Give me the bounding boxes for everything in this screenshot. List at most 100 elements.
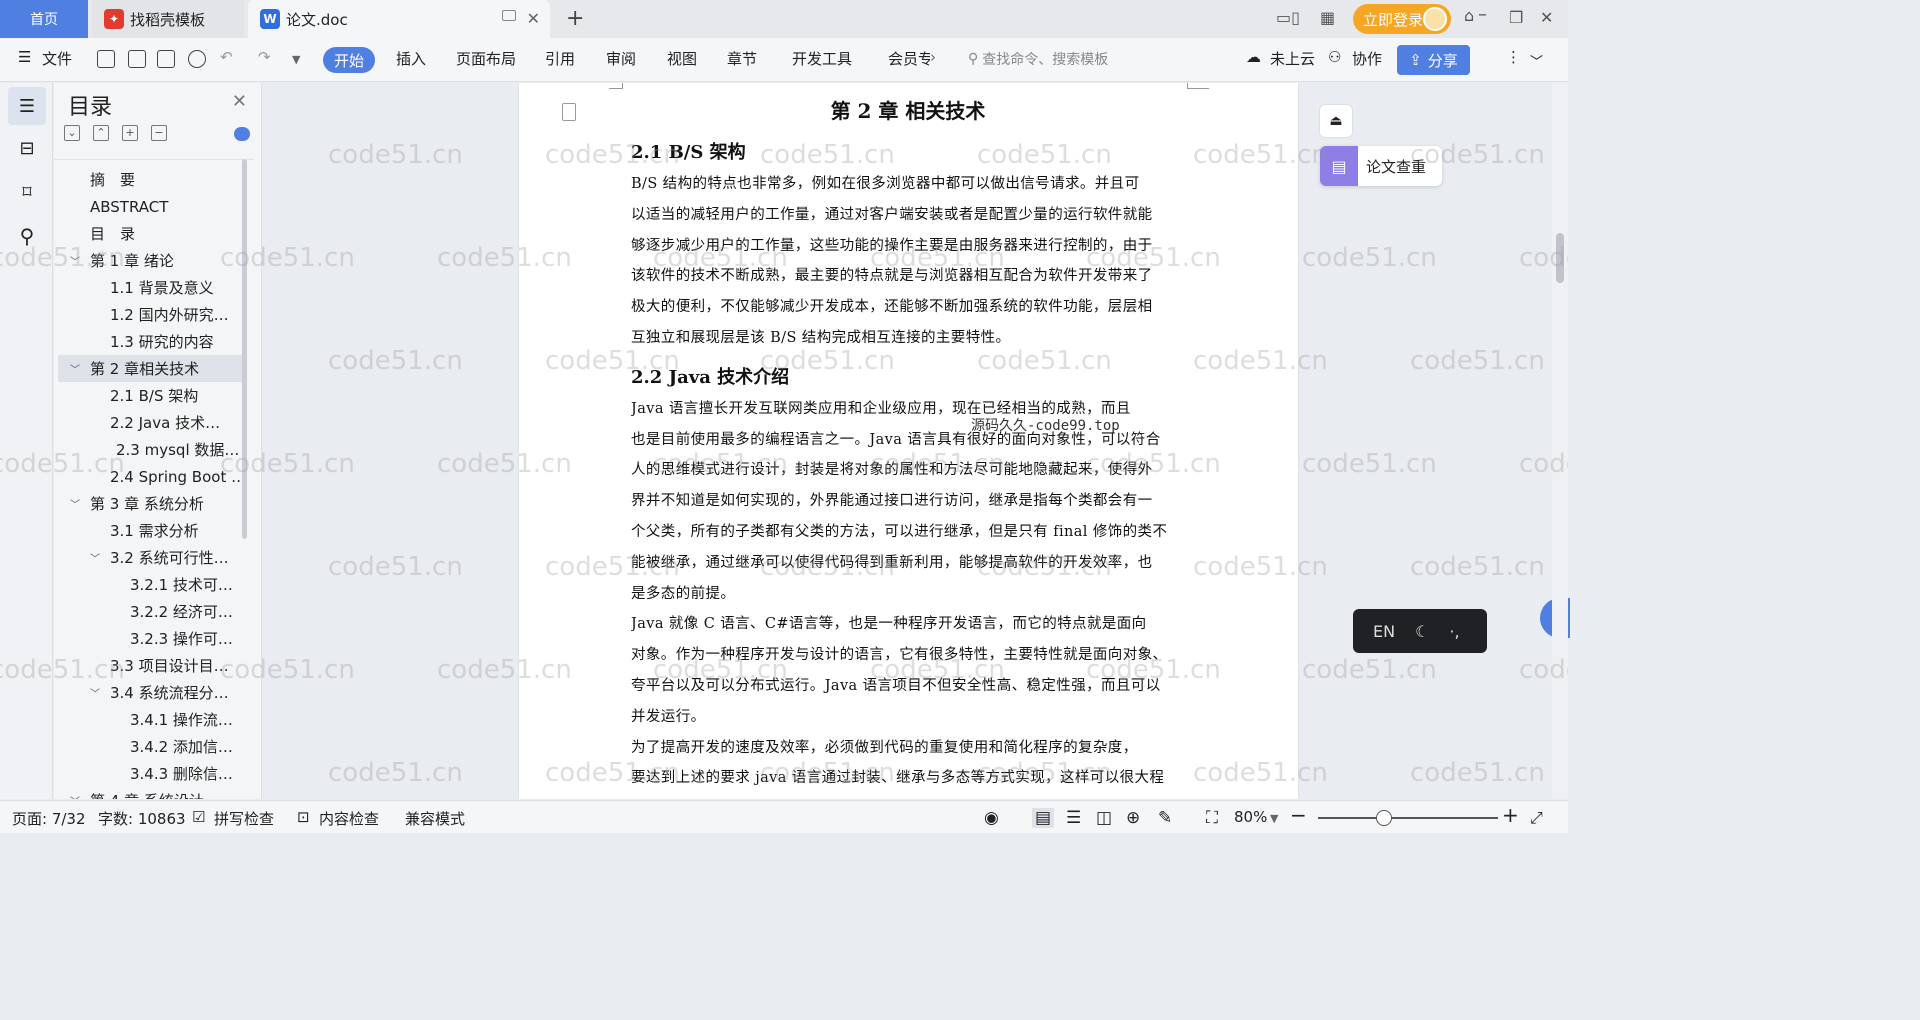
more-options-icon[interactable]: ⋮ xyxy=(1506,48,1521,66)
toc-item[interactable]: 3.4.3 删除信… xyxy=(58,760,242,787)
new-tab-icon[interactable]: + xyxy=(566,6,584,31)
toc-item[interactable]: ﹀ 第 2 章相关技术 xyxy=(58,355,242,382)
toc-scrollbar[interactable] xyxy=(242,159,247,539)
restore-icon[interactable]: ❐ xyxy=(1509,8,1523,27)
moon-icon[interactable]: ☾ xyxy=(1415,622,1429,641)
ribbon-tab-review[interactable]: 审阅 xyxy=(606,48,636,69)
toc-item[interactable]: 3.2.3 操作可… xyxy=(58,625,242,652)
toc-item[interactable]: 1.2 国内外研究… xyxy=(58,301,242,328)
ime-punctuation[interactable]: ·, xyxy=(1449,622,1459,641)
cloud-status[interactable]: 未上云 xyxy=(1270,48,1315,69)
close-toc-icon[interactable]: ✕ xyxy=(232,91,247,112)
print-preview-icon[interactable] xyxy=(188,50,206,68)
ribbon-tab-start[interactable]: 开始 xyxy=(323,47,375,73)
reading-view-icon[interactable]: ◫ xyxy=(1096,808,1112,828)
collapse-all-icon[interactable]: ⌃ xyxy=(93,125,109,141)
toc-item[interactable]: 3.4.2 添加信… xyxy=(58,733,242,760)
pen-icon[interactable]: ✎ xyxy=(1158,808,1172,828)
zoom-out-icon[interactable]: − xyxy=(1290,803,1307,827)
chevron-down-icon[interactable]: ﹀ xyxy=(70,361,80,376)
fullscreen-icon[interactable]: ⤢ xyxy=(1530,808,1543,828)
share-button[interactable]: ⇪ 分享 xyxy=(1397,45,1470,75)
spell-check-button[interactable]: 拼写检查 xyxy=(214,808,274,829)
toc-item[interactable]: 2.3 mysql 数据… xyxy=(58,436,242,463)
chapter-nav-button[interactable]: ⊟ xyxy=(8,129,46,167)
word-count[interactable]: 字数: 10863 xyxy=(98,808,186,829)
save-icon[interactable] xyxy=(97,50,115,68)
zoom-in-icon[interactable]: + xyxy=(1502,803,1519,827)
chevron-down-icon[interactable]: ﹀ xyxy=(70,496,80,511)
close-tab-icon[interactable]: ✕ xyxy=(527,9,540,28)
zoom-slider-track[interactable] xyxy=(1318,817,1498,819)
content-check-button[interactable]: 内容检查 xyxy=(319,808,379,829)
undo-icon[interactable]: ↶ xyxy=(220,48,233,66)
export-pdf-icon[interactable] xyxy=(128,50,146,68)
zoom-level[interactable]: 80% xyxy=(1234,808,1267,826)
print-icon[interactable] xyxy=(157,50,175,68)
toc-item[interactable]: ﹀ 第 1 章 绪论 xyxy=(58,247,242,274)
login-button[interactable]: 立即登录 xyxy=(1353,4,1451,34)
toc-item[interactable]: 摘 要 xyxy=(58,166,242,193)
ribbon-tab-developer[interactable]: 开发工具 xyxy=(792,48,852,69)
eye-protection-icon[interactable]: ◉ xyxy=(984,808,999,828)
find-button[interactable]: ⚲ xyxy=(8,217,46,255)
apps-grid-icon[interactable]: ▦ xyxy=(1320,8,1335,27)
minimize-icon[interactable]: – xyxy=(1478,4,1487,25)
tab-home[interactable]: 首页 xyxy=(0,0,88,38)
fit-page-icon[interactable]: ⛶ xyxy=(1206,808,1218,828)
ribbon-tab-view[interactable]: 视图 xyxy=(667,48,697,69)
page-indicator[interactable]: 页面: 7/32 xyxy=(12,808,86,829)
ime-language[interactable]: EN xyxy=(1373,622,1395,641)
toc-panel-button[interactable]: ☰ xyxy=(8,87,46,125)
toc-item[interactable]: 3.2.1 技术可… xyxy=(58,571,242,598)
toc-item[interactable]: 3.4.1 操作流… xyxy=(58,706,242,733)
ribbon-tab-member[interactable]: 会员专 xyxy=(888,48,930,69)
toc-item[interactable]: ﹀ 第 4 章 系统设计 xyxy=(58,787,242,799)
chevron-down-icon[interactable]: ﹀ xyxy=(70,793,80,799)
scrollbar-thumb[interactable] xyxy=(1556,233,1564,283)
ribbon-collapse-icon[interactable]: ﹀ xyxy=(1530,51,1543,70)
zoom-slider-knob[interactable] xyxy=(1376,810,1392,826)
toc-item[interactable]: 2.2 Java 技术… xyxy=(58,409,242,436)
toc-item[interactable]: 1.3 研究的内容 xyxy=(58,328,242,355)
page-view-icon[interactable]: ▤ xyxy=(1032,808,1055,828)
close-window-icon[interactable]: ✕ xyxy=(1540,8,1553,27)
input-method-bar[interactable]: EN ☾ ·, xyxy=(1353,609,1487,653)
expand-all-icon[interactable]: ⌄ xyxy=(64,125,80,141)
chevron-down-icon[interactable]: ﹀ xyxy=(90,685,100,700)
ribbon-tab-insert[interactable]: 插入 xyxy=(396,48,426,69)
toc-item[interactable]: 2.1 B/S 架构 xyxy=(58,382,242,409)
toc-item[interactable]: 2.4 Spring Boot … xyxy=(58,463,242,490)
chevron-down-icon[interactable]: ﹀ xyxy=(70,253,80,268)
monitor-icon[interactable] xyxy=(502,10,516,21)
tab-document[interactable]: W 论文.doc ✕ xyxy=(248,0,550,38)
collab-button[interactable]: 协作 xyxy=(1352,48,1382,69)
toc-item[interactable]: 3.2.2 经济可… xyxy=(58,598,242,625)
ribbon-more-icon[interactable]: › xyxy=(930,48,936,66)
toc-item[interactable]: 3.3 项目设计目… xyxy=(58,652,242,679)
layout-toggle-icon[interactable]: ▭▯ xyxy=(1276,8,1300,27)
toc-item[interactable]: ﹀ 3.4 系统流程分… xyxy=(58,679,242,706)
ribbon-tab-layout[interactable]: 页面布局 xyxy=(456,48,516,69)
plagiarism-check-button[interactable]: ▤ 论文查重 xyxy=(1320,146,1442,186)
vertical-scrollbar[interactable] xyxy=(1552,83,1568,799)
quick-access-dropdown-icon[interactable]: ▼ xyxy=(292,53,300,66)
outline-view-icon[interactable]: ☰ xyxy=(1066,808,1081,828)
ai-assistant-icon[interactable] xyxy=(234,127,250,141)
ribbon-tab-references[interactable]: 引用 xyxy=(545,48,575,69)
toc-item[interactable]: 目 录 xyxy=(58,220,242,247)
tab-template[interactable]: ✦ 找稻壳模板 xyxy=(92,0,244,38)
add-heading-icon[interactable]: + xyxy=(122,125,138,141)
toc-item[interactable]: ﹀ 第 3 章 系统分析 xyxy=(58,490,242,517)
page-doc-icon[interactable] xyxy=(562,103,576,121)
chevron-down-icon[interactable]: ﹀ xyxy=(90,550,100,565)
toc-item[interactable]: ABSTRACT xyxy=(58,193,242,220)
remove-heading-icon[interactable]: − xyxy=(151,125,167,141)
menu-icon[interactable]: ☰ xyxy=(18,48,31,66)
file-menu[interactable]: 文件 xyxy=(42,48,72,69)
bookmark-button[interactable]: ⌑ xyxy=(8,173,46,211)
toc-item[interactable]: ﹀ 3.2 系统可行性… xyxy=(58,544,242,571)
zoom-dropdown-icon[interactable]: ▼ xyxy=(1270,812,1278,825)
document-page[interactable]: 第 2 章 相关技术 2.1 B/S 架构 B/S 结构的特点也非常多，例如在很… xyxy=(519,83,1298,799)
toc-item[interactable]: 1.1 背景及意义 xyxy=(58,274,242,301)
